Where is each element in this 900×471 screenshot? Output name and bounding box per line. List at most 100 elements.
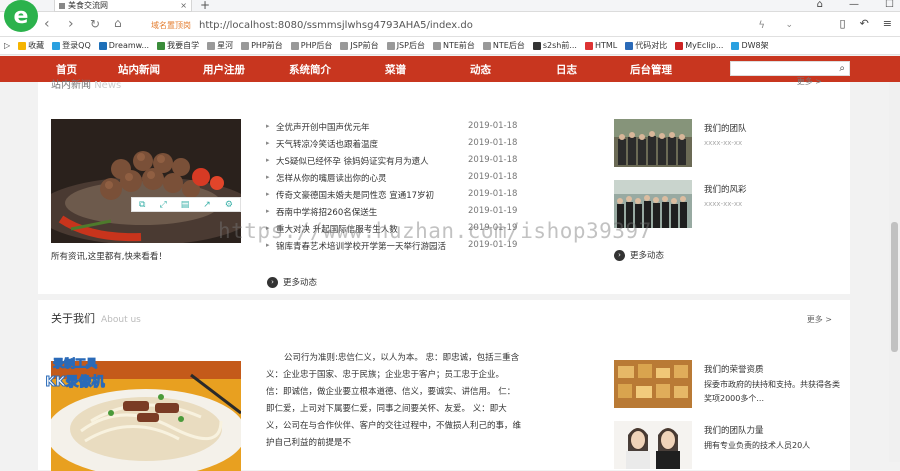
more-news-button[interactable]: › 更多动态 [267,276,317,288]
bookmark-label: 代码对比 [635,41,668,50]
bookmark-icon [386,41,395,50]
news-row[interactable]: ▸ 全优声开创中国声优元年 2019-01-18 [266,120,526,137]
bookmark-item[interactable]: DW8架 [731,40,769,51]
news-row[interactable]: ▸ 传奇文豪德国未婚夫是同性恋 宣通17岁初 2019-01-18 [266,188,526,205]
scrollbar-thumb[interactable] [891,222,898,352]
news-title[interactable]: 全优声开创中国声优元年 [276,121,370,133]
news-row[interactable]: ▸ 大S疑似已经怀孕 徐妈妈证实有月为遗人 2019-01-18 [266,154,526,171]
nav-item[interactable]: 日志 [556,62,577,77]
nav-item[interactable]: 动态 [470,62,491,77]
maximize-icon[interactable]: ☐ [885,0,894,10]
refresh-icon[interactable]: ↻ [90,17,100,31]
news-row[interactable]: ▸ 天气转凉冷笑话也跟着温度 2019-01-18 [266,137,526,154]
bookmark-icon [432,41,441,50]
bookmark-item[interactable]: HTML [584,41,617,50]
bookmarks-toggle-icon[interactable]: ▷ [4,41,10,50]
news-section: 站内新闻 News 更多 > ⧉ ⤢ ▤ ↗ ⚙ ▸ 全优声开创中国声优元年 2… [38,77,850,294]
url-field[interactable]: 域名置顶岗 http://localhost:8080/ssmmsjlwhsg4… [140,16,800,34]
undo-icon[interactable]: ↶ [860,17,869,30]
news-title[interactable]: 天气转凉冷笑话也跟着温度 [276,138,378,150]
bookmark-item[interactable]: 收藏 [18,40,44,51]
news-photo[interactable] [51,119,241,243]
arrow-right-icon: › [614,249,625,261]
news-title[interactable]: 大S疑似已经怀孕 徐妈妈证实有月为遗人 [276,155,429,167]
nav-item[interactable]: 系统简介 [289,62,331,77]
news-date: 2019-01-18 [468,155,518,165]
bookmark-item[interactable]: MyEclip... [675,41,723,50]
news-title[interactable]: 怎样从你的嘴唇读出你的心灵 [276,172,387,184]
bookmark-item[interactable]: PHP前台 [241,40,283,51]
arrow-right-icon: › [267,276,278,288]
bookmark-label: s2sh前... [542,41,577,50]
bookmark-item[interactable]: 星河 [207,40,233,51]
expand-icon[interactable]: ⤢ [159,200,166,210]
bookmark-item[interactable]: NTE前台 [432,40,475,51]
nav-item[interactable]: 用户注册 [203,62,245,77]
window-controls: ⌂ — ☐ [817,0,894,10]
news-date: 2019-01-18 [468,138,518,148]
about-title: 关于我们 About us [51,312,141,325]
news-title[interactable]: 传奇文豪德国未婚夫是同性恋 宣通17岁初 [276,189,434,201]
side-title-1[interactable]: 我们的团队 [704,122,747,134]
bookmark-label: NTE后台 [492,41,525,50]
bullet-icon: ▸ [266,207,270,215]
bookmark-item[interactable]: JSP前台 [340,40,379,51]
bookmark-item[interactable]: 登录QQ [52,40,91,51]
pin-icon[interactable]: ⌂ [817,0,823,10]
dropdown-icon[interactable]: ⌄ [785,20,793,30]
browser-tab[interactable]: 美食交流网 × [54,0,192,12]
honor-title[interactable]: 我们的荣誉资质 [704,363,764,375]
search-input[interactable]: ⌕ [730,61,850,76]
recorder-logo: 录制工具 KK录像机 [30,355,120,391]
new-tab-button[interactable]: + [200,0,210,12]
side-more-button[interactable]: › 更多动态 [614,249,664,261]
about-more-link[interactable]: 更多 > [807,314,832,325]
settings-icon[interactable]: ⚙ [225,200,233,210]
team-power-title[interactable]: 我们的团队力量 [704,424,764,436]
honor-photo[interactable] [614,360,692,408]
side-sub-1: xxxx-xx-xx [704,139,743,147]
bookmark-label: JSP前台 [350,41,379,50]
forward-icon[interactable]: › [68,16,74,32]
news-date: 2019-01-18 [468,189,518,199]
share-icon[interactable]: ↗ [203,200,211,210]
news-title[interactable]: 吞南中学将招260名保送生 [276,206,377,218]
nav-item[interactable]: 站内新闻 [118,62,160,77]
news-more-link[interactable]: 更多 > [797,76,822,87]
nav-item[interactable]: 首页 [56,62,77,77]
search-icon[interactable]: ⌕ [839,63,845,74]
tab-title: 美食交流网 [68,1,108,10]
url-text[interactable]: http://localhost:8080/ssmmsjlwhsg4793AHA… [199,20,473,31]
bookmark-item[interactable]: 代码对比 [625,40,667,51]
bookmark-item[interactable]: Dreamw... [98,41,149,50]
bookmark-item[interactable]: PHP后台 [290,40,333,51]
minimize-icon[interactable]: — [849,0,859,10]
favicon-icon [59,2,65,9]
save-icon[interactable]: ▤ [181,200,190,210]
news-row[interactable]: ▸ 怎样从你的嘴唇读出你的心灵 2019-01-18 [266,171,526,188]
image-toolbar: ⧉ ⤢ ▤ ↗ ⚙ [131,197,241,212]
reader-icon[interactable]: ▯ [840,17,846,30]
back-icon[interactable]: ‹ [44,16,50,32]
bookmark-icon [340,41,349,50]
bookmark-item[interactable]: s2sh前... [532,40,577,51]
bookmark-label: PHP后台 [300,41,333,50]
browser-logo-icon[interactable]: e [4,0,38,32]
nav-item[interactable]: 菜谱 [385,62,406,77]
side-title-2[interactable]: 我们的风彩 [704,183,747,195]
home-icon[interactable]: ⌂ [114,16,122,30]
bookmark-item[interactable]: NTE后台 [482,40,525,51]
page-scrollbar[interactable] [889,82,900,462]
bookmark-item[interactable]: JSP后台 [386,40,425,51]
bookmark-icon [532,41,541,50]
nav-item[interactable]: 后台管理 [630,62,672,77]
bookmark-item[interactable]: 我要自学 [157,40,199,51]
copy-icon[interactable]: ⧉ [139,200,145,210]
team-photo[interactable] [614,119,692,167]
news-section-title: 站内新闻 News [51,80,122,91]
menu-icon[interactable]: ≡ [883,17,892,30]
lightning-icon[interactable]: ϟ [758,20,765,31]
close-tab-icon[interactable]: × [180,1,187,10]
bookmarks-bar: ▷ 收藏 登录QQ Dreamw... 我要自学 星河 PHP前台 PHP后台 JSP前台 JS… [0,37,900,55]
bookmark-label: 星河 [217,41,234,50]
